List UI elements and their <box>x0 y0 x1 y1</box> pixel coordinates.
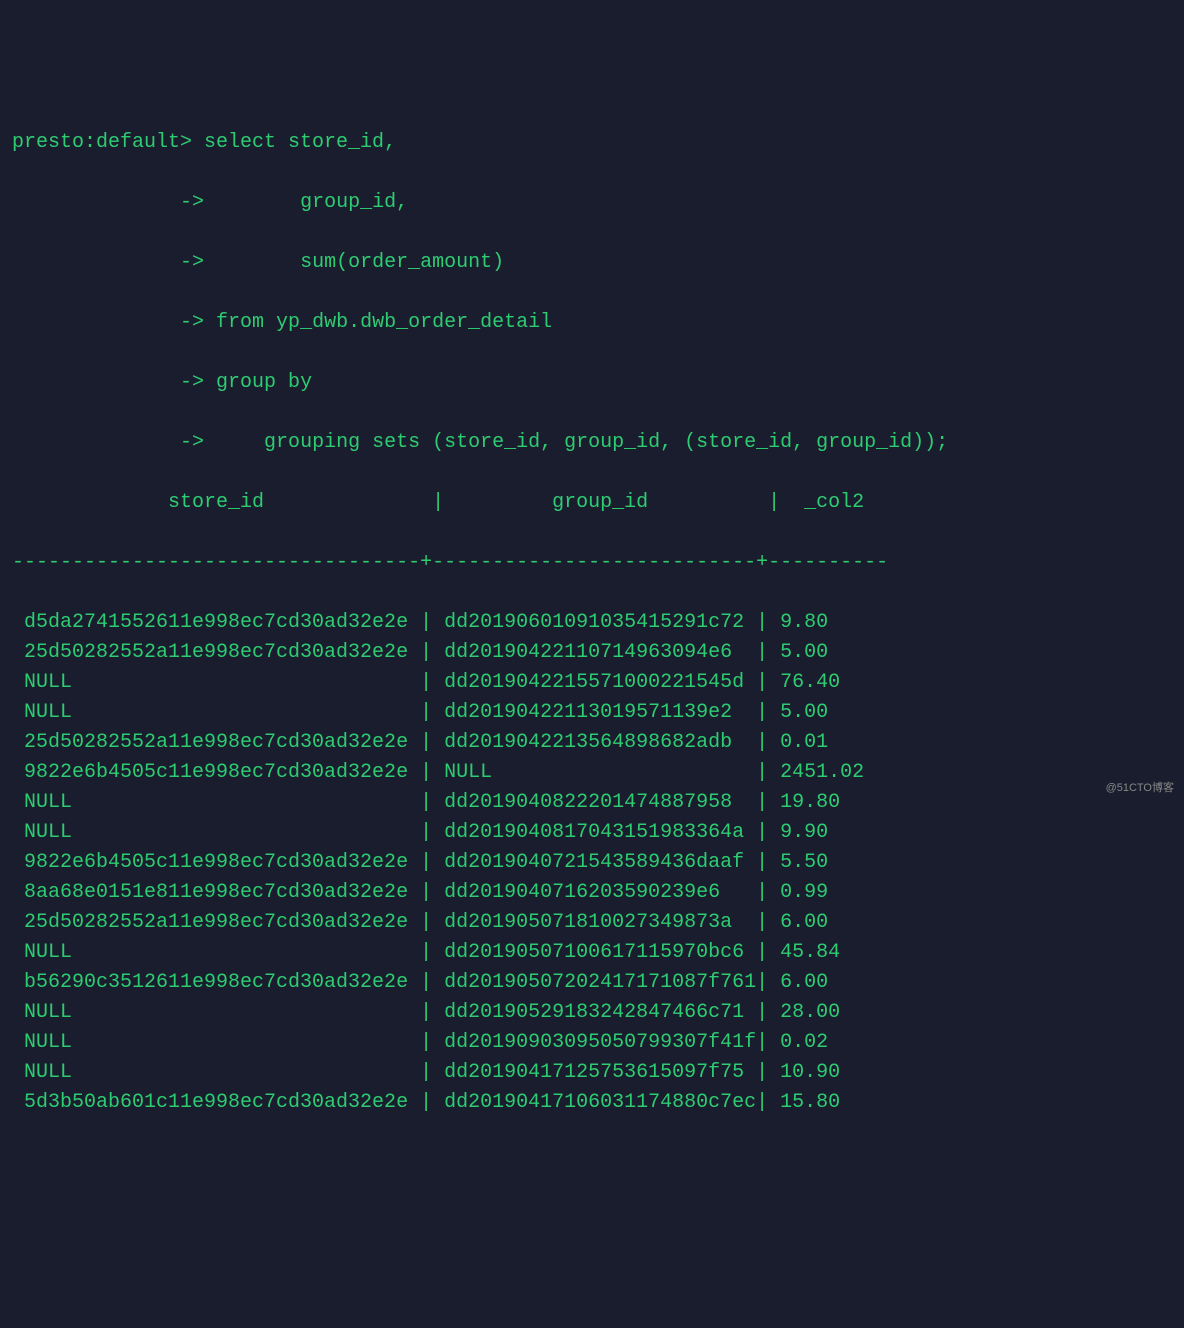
table-row: NULL | dd20190422113019571139e2 | 5.00 <box>12 698 1172 728</box>
table-row: 9822e6b4505c11e998ec7cd30ad32e2e | NULL … <box>12 758 1172 788</box>
query-line-3: -> sum(order_amount) <box>12 248 1172 278</box>
table-row: 25d50282552a11e998ec7cd30ad32e2e | dd201… <box>12 638 1172 668</box>
table-row: b56290c3512611e998ec7cd30ad32e2e | dd201… <box>12 968 1172 998</box>
table-row: NULL | dd2019040817043151983364a | 9.90 <box>12 818 1172 848</box>
table-row: NULL | dd2019040822201474887958 | 19.80 <box>12 788 1172 818</box>
query-line-5: -> group by <box>12 368 1172 398</box>
table-row: 8aa68e0151e811e998ec7cd30ad32e2e | dd201… <box>12 878 1172 908</box>
query-line-6: -> grouping sets (store_id, group_id, (s… <box>12 428 1172 458</box>
result-rows: d5da2741552611e998ec7cd30ad32e2e | dd201… <box>12 608 1172 1118</box>
table-row: NULL | dd20190417125753615097f75 | 10.90 <box>12 1058 1172 1088</box>
table-row: NULL | dd20190903095050799307f41f| 0.02 <box>12 1028 1172 1058</box>
query-line-1: presto:default> select store_id, <box>12 128 1172 158</box>
table-row: NULL | dd20190507100617115970bc6 | 45.84 <box>12 938 1172 968</box>
table-row: 5d3b50ab601c11e998ec7cd30ad32e2e | dd201… <box>12 1088 1172 1118</box>
table-row: d5da2741552611e998ec7cd30ad32e2e | dd201… <box>12 608 1172 638</box>
table-row: 25d50282552a11e998ec7cd30ad32e2e | dd201… <box>12 908 1172 938</box>
table-row: NULL | dd20190529183242847466c71 | 28.00 <box>12 998 1172 1028</box>
watermark: @51CTO博客 <box>1106 780 1174 797</box>
table-row: 25d50282552a11e998ec7cd30ad32e2e | dd201… <box>12 728 1172 758</box>
table-row: NULL | dd2019042215571000221545d | 76.40 <box>12 668 1172 698</box>
query-line-4: -> from yp_dwb.dwb_order_detail <box>12 308 1172 338</box>
table-row: 9822e6b4505c11e998ec7cd30ad32e2e | dd201… <box>12 848 1172 878</box>
separator-row: ----------------------------------+-----… <box>12 548 1172 578</box>
header-row: store_id | group_id | _col2 <box>12 488 1172 518</box>
query-line-2: -> group_id, <box>12 188 1172 218</box>
